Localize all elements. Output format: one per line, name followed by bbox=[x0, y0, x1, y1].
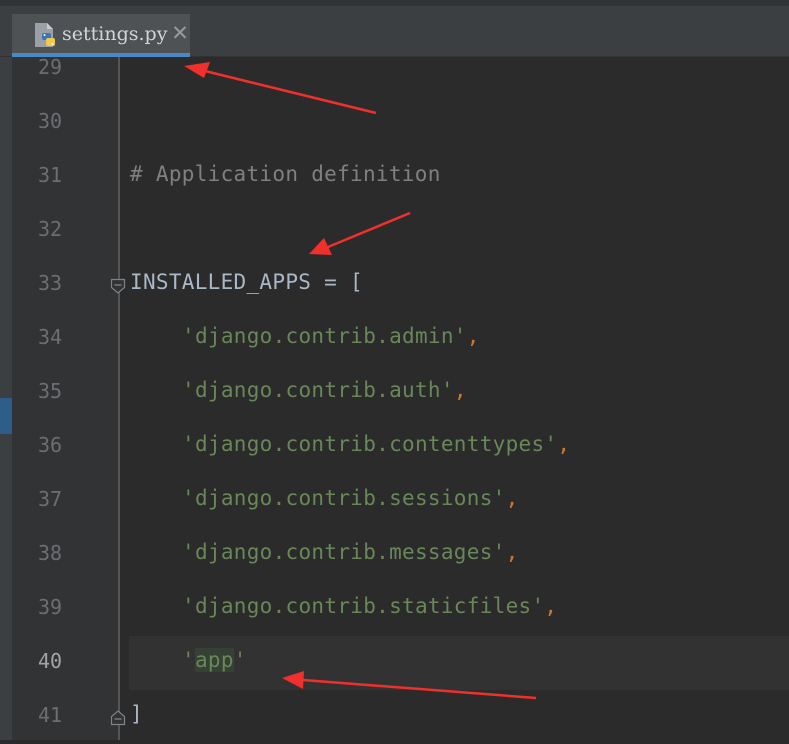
comma-token: , bbox=[557, 432, 571, 456]
comma-token: , bbox=[544, 594, 558, 618]
comma-token: , bbox=[505, 540, 519, 564]
fold-open-icon[interactable] bbox=[110, 278, 126, 294]
code-line[interactable]: 36 'django.contrib.contenttypes', bbox=[0, 420, 789, 474]
highlighted-word: app bbox=[194, 648, 234, 672]
code-text: 'django.contrib.staticfiles', bbox=[130, 594, 557, 618]
string-token: 'django.contrib.sessions' bbox=[182, 486, 506, 510]
line-number: 41 bbox=[37, 703, 63, 727]
code-text: 'django.contrib.auth', bbox=[130, 378, 467, 402]
string-quote: ' bbox=[182, 648, 195, 672]
close-tab-icon[interactable]: ✕ bbox=[170, 22, 190, 44]
code-text: 'django.contrib.messages', bbox=[130, 540, 519, 564]
code-line[interactable]: 35 'django.contrib.auth', bbox=[0, 366, 789, 420]
code-line[interactable]: 30 bbox=[0, 96, 789, 150]
string-token: 'django.contrib.messages' bbox=[182, 540, 506, 564]
code-line[interactable]: 37 'django.contrib.sessions', bbox=[0, 474, 789, 528]
line-number: 36 bbox=[37, 433, 63, 457]
comma-token: , bbox=[453, 378, 467, 402]
string-token: 'django.contrib.auth' bbox=[182, 378, 454, 402]
line-number: 31 bbox=[37, 163, 63, 187]
code-text: INSTALLED_APPS = [ bbox=[130, 270, 363, 294]
ide-window: settings.py ✕ 29 30 31 # Application def… bbox=[0, 0, 789, 740]
code-text: 'django.contrib.contenttypes', bbox=[130, 432, 570, 456]
line-number: 32 bbox=[37, 217, 63, 241]
fold-close-icon[interactable] bbox=[110, 710, 126, 726]
line-number: 29 bbox=[37, 55, 63, 79]
line-number: 38 bbox=[37, 541, 63, 565]
code-line[interactable]: 38 'django.contrib.messages', bbox=[0, 528, 789, 582]
line-number: 34 bbox=[37, 325, 63, 349]
comma-token: , bbox=[505, 486, 519, 510]
code-line[interactable]: 39 'django.contrib.staticfiles', bbox=[0, 582, 789, 636]
string-token: 'django.contrib.contenttypes' bbox=[182, 432, 558, 456]
code-line[interactable]: 33 INSTALLED_APPS = [ bbox=[0, 258, 789, 312]
identifier-token: INSTALLED_APPS bbox=[130, 270, 312, 294]
string-quote: ' bbox=[233, 648, 247, 672]
comma-token: , bbox=[466, 324, 480, 348]
bracket-token: [ bbox=[350, 270, 363, 294]
operator-token: = bbox=[311, 270, 351, 294]
code-text: 'app' bbox=[130, 648, 247, 672]
line-number: 33 bbox=[37, 271, 63, 295]
bracket-token: ] bbox=[130, 702, 143, 726]
code-line[interactable]: 31 # Application definition bbox=[0, 150, 789, 204]
line-number: 35 bbox=[37, 379, 63, 403]
code-line[interactable]: 32 bbox=[0, 204, 789, 258]
line-number: 30 bbox=[37, 109, 63, 133]
line-number: 39 bbox=[37, 595, 63, 619]
code-line[interactable]: 29 bbox=[0, 42, 789, 96]
string-token: 'django.contrib.staticfiles' bbox=[182, 594, 545, 618]
code-line[interactable]: 41 ] bbox=[0, 690, 789, 744]
line-number: 40 bbox=[37, 649, 63, 673]
code-text: # Application definition bbox=[130, 162, 441, 186]
code-text: 'django.contrib.admin', bbox=[130, 324, 480, 348]
current-code-line[interactable]: 40 'app' bbox=[0, 636, 789, 690]
code-line[interactable]: 34 'django.contrib.admin', bbox=[0, 312, 789, 366]
code-text: 'django.contrib.sessions', bbox=[130, 486, 519, 510]
comment-token: # Application definition bbox=[130, 162, 441, 186]
string-token: 'django.contrib.admin' bbox=[182, 324, 467, 348]
line-number: 37 bbox=[37, 487, 63, 511]
code-text: ] bbox=[130, 702, 143, 726]
